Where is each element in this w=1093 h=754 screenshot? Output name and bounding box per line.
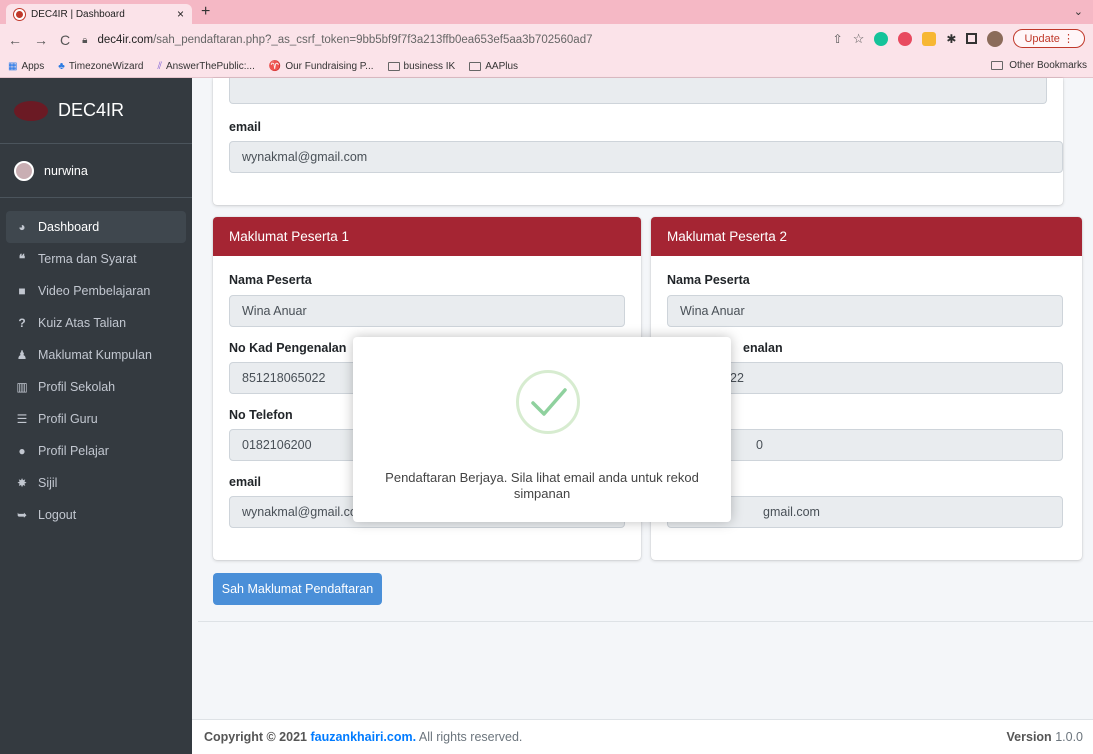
update-label: Update bbox=[1024, 33, 1060, 45]
honey-extension-icon[interactable] bbox=[922, 31, 937, 46]
extensions-puzzle-icon[interactable]: ✱ bbox=[946, 32, 956, 46]
update-button[interactable]: Update ⋮ bbox=[1013, 29, 1085, 48]
folder-icon bbox=[469, 62, 482, 71]
bookmark-label: Our Fundraising P... bbox=[285, 61, 374, 72]
fundraising-icon: ♈ bbox=[268, 61, 282, 72]
bookmark-timezonewizard[interactable]: ♣ TimezoneWizard bbox=[58, 61, 143, 72]
address-bar: ← → C 🔒︎ dec4ir.com/sah_pendaftaran.php?… bbox=[0, 24, 1093, 56]
browser-tab-bar: DEC4IR | Dashboard × + ⌄ bbox=[0, 0, 1093, 24]
timezone-icon: ♣ bbox=[58, 61, 65, 72]
success-dialog: Pendaftaran Berjaya. Sila lihat email an… bbox=[353, 337, 731, 522]
sidepanel-icon[interactable] bbox=[966, 33, 978, 44]
bookmark-business-ik[interactable]: business IK bbox=[387, 61, 456, 72]
bookmark-label: AAPlus bbox=[485, 61, 519, 72]
bookmark-label: Apps bbox=[21, 61, 45, 72]
url-field[interactable]: dec4ir.com/sah_pendaftaran.php?_as_csrf_… bbox=[97, 34, 592, 46]
back-arrow-icon[interactable]: ← bbox=[8, 32, 22, 48]
grammarly-extension-icon[interactable] bbox=[874, 31, 889, 46]
browser-tab[interactable]: DEC4IR | Dashboard × bbox=[6, 4, 192, 24]
bookmark-apps[interactable]: ▦ Apps bbox=[8, 61, 44, 72]
bookmarks-bar: ▦ Apps ♣ TimezoneWizard ⫽ AnswerThePublic:.… bbox=[0, 56, 1093, 78]
bookmark-aaplus[interactable]: AAPlus bbox=[469, 61, 518, 72]
success-message: Pendaftaran Berjaya. Sila lihat email an… bbox=[385, 470, 699, 501]
bookmark-label: AnswerThePublic:... bbox=[165, 61, 255, 72]
url-host: dec4ir.com bbox=[97, 34, 154, 46]
folder-icon bbox=[991, 61, 1004, 70]
new-tab-button[interactable]: + bbox=[201, 3, 210, 21]
bookmark-answerthepublic[interactable]: ⫽ AnswerThePublic:... bbox=[157, 61, 254, 72]
lock-icon[interactable]: 🔒︎ bbox=[82, 35, 87, 46]
checkmark-icon bbox=[531, 388, 567, 416]
folder-icon bbox=[387, 62, 400, 71]
star-icon[interactable]: ☆ bbox=[853, 31, 865, 47]
success-check-icon bbox=[516, 370, 580, 434]
url-path: /sah_pendaftaran.php?_as_csrf_token=9bb5… bbox=[153, 34, 593, 46]
tab-title: DEC4IR | Dashboard bbox=[31, 8, 125, 20]
favicon-icon bbox=[14, 8, 25, 20]
tab-close-icon[interactable]: × bbox=[177, 7, 184, 21]
apps-grid-icon: ▦ bbox=[8, 61, 18, 72]
toolbar-actions: ⇧ ☆ ✱ Update ⋮ bbox=[833, 29, 1085, 48]
forward-arrow-icon[interactable]: → bbox=[34, 32, 48, 48]
other-bookmarks[interactable]: Other Bookmarks bbox=[991, 60, 1087, 71]
share-icon[interactable]: ⇧ bbox=[833, 32, 843, 46]
atp-icon: ⫽ bbox=[157, 61, 162, 72]
reload-icon[interactable]: C bbox=[60, 32, 70, 48]
bookmark-label: TimezoneWizard bbox=[68, 61, 144, 72]
bookmark-label: business IK bbox=[403, 61, 456, 72]
tab-search-button[interactable]: ⌄ bbox=[1074, 5, 1083, 18]
bookmark-fundraising[interactable]: ♈ Our Fundraising P... bbox=[269, 61, 374, 72]
other-bookmarks-label: Other Bookmarks bbox=[1009, 60, 1087, 71]
profile-avatar-icon[interactable] bbox=[987, 30, 1004, 47]
red-extension-icon[interactable] bbox=[898, 31, 913, 46]
